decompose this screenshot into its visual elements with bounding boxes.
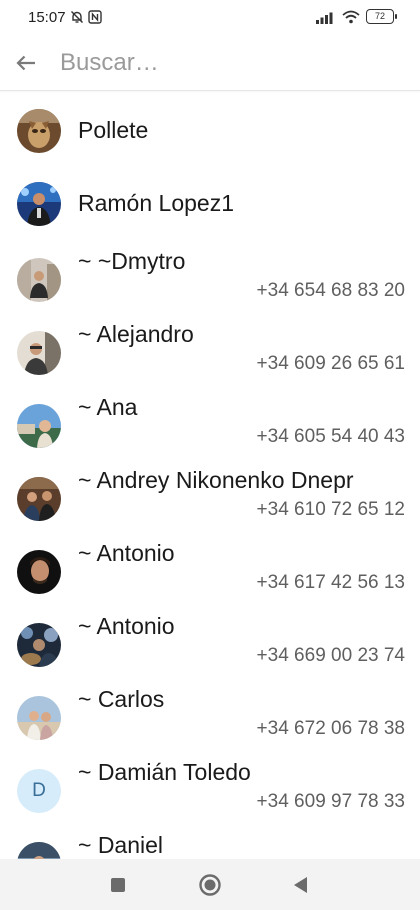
avatar	[17, 623, 61, 667]
contact-phone: +34 617 42 56 13	[256, 572, 405, 593]
contact-phone: +34 654 68 83 20	[256, 280, 405, 301]
contact-phone: +34 609 97 78 33	[256, 791, 405, 812]
contact-row[interactable]: ~ Andrey Nikonenko Dnepr +34 610 72 65 1…	[0, 456, 420, 529]
status-bar: 15:07 72	[0, 0, 420, 36]
avatar	[17, 404, 61, 448]
avatar	[17, 331, 61, 375]
avatar	[17, 550, 61, 594]
avatar	[17, 477, 61, 521]
avatar: D	[17, 769, 61, 813]
contact-row[interactable]: ~ Carlos +34 672 06 78 38	[0, 675, 420, 748]
avatar	[17, 696, 61, 740]
status-time: 15:07	[28, 9, 66, 26]
contact-name: ~ Antonio	[78, 613, 175, 639]
home-circle-icon[interactable]	[196, 871, 224, 899]
contact-name: ~ Damián Toledo	[78, 759, 251, 785]
contact-name: Ramón Lopez1	[78, 190, 234, 216]
contact-name: ~ ~Dmytro	[78, 248, 186, 274]
nfc-icon	[88, 10, 102, 24]
back-arrow-icon[interactable]	[12, 49, 40, 77]
battery-icon: 72	[366, 9, 397, 24]
avatar	[17, 182, 61, 226]
wifi-icon	[342, 10, 360, 23]
contact-row[interactable]: ~ Ana +34 605 54 40 43	[0, 383, 420, 456]
avatar	[17, 109, 61, 153]
signal-icon	[316, 12, 333, 24]
contact-phone: +34 669 00 23 74	[256, 645, 405, 666]
contact-name: ~ Andrey Nikonenko Dnepr	[78, 467, 354, 493]
contact-phone: +34 605 54 40 43	[256, 426, 405, 447]
contact-name: ~ Ana	[78, 394, 138, 420]
search-input[interactable]	[60, 46, 390, 80]
contact-row[interactable]: ~ Daniel	[0, 821, 420, 859]
recents-square-icon[interactable]	[104, 871, 132, 899]
contact-name: ~ Alejandro	[78, 321, 194, 347]
contact-row[interactable]: Pollete	[0, 91, 420, 164]
search-header	[0, 36, 420, 91]
navigation-bar	[0, 859, 420, 910]
contact-row[interactable]: ~ ~Dmytro +34 654 68 83 20	[0, 237, 420, 310]
contact-name: ~ Carlos	[78, 686, 165, 712]
contact-phone: +34 610 72 65 12	[256, 499, 405, 520]
contact-name: ~ Daniel	[78, 832, 164, 858]
contact-row[interactable]: ~ Antonio +34 669 00 23 74	[0, 602, 420, 675]
avatar	[17, 258, 61, 302]
battery-level: 72	[374, 11, 385, 21]
contact-row[interactable]: Ramón Lopez1	[0, 164, 420, 237]
contact-name: ~ Antonio	[78, 540, 175, 566]
back-triangle-icon[interactable]	[287, 871, 315, 899]
contact-phone: +34 609 26 65 61	[256, 353, 405, 374]
contact-row[interactable]: D ~ Damián Toledo +34 609 97 78 33	[0, 748, 420, 821]
avatar	[17, 842, 61, 859]
mute-bell-icon	[71, 11, 83, 23]
contact-row[interactable]: ~ Alejandro +34 609 26 65 61	[0, 310, 420, 383]
contact-row[interactable]: ~ Antonio +34 617 42 56 13	[0, 529, 420, 602]
contact-phone: +34 672 06 78 38	[256, 718, 405, 739]
contact-name: Pollete	[78, 117, 149, 143]
avatar-initial: D	[32, 780, 46, 801]
contact-list: Pollete Ramón Lopez1 ~ ~Dmytro +34 654 6…	[0, 91, 420, 859]
